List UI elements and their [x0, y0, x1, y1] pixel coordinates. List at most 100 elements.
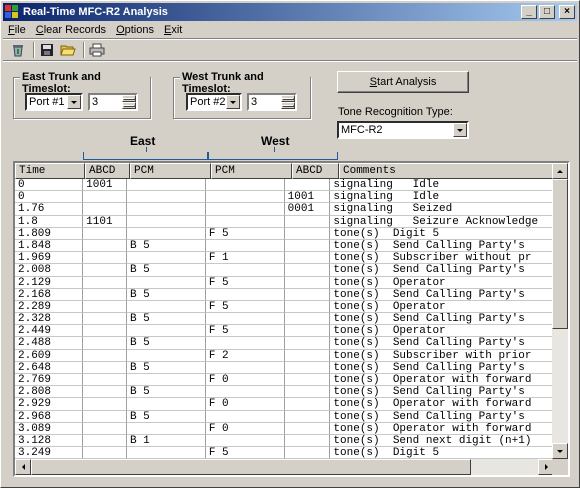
table-header: Time ABCD PCM PCM ABCD Comments	[15, 163, 568, 179]
minimize-button[interactable]: _	[521, 5, 537, 19]
column-header-east-abcd[interactable]: ABCD	[85, 163, 130, 179]
table-cell	[284, 239, 331, 253]
menu-options[interactable]: Options	[111, 24, 159, 36]
west-timeslot-spinner[interactable]: 3	[247, 93, 297, 111]
table-row[interactable]: 0 1001 signaling Idle	[15, 179, 554, 192]
table-row[interactable]: 1.76 0001 signaling Seized	[15, 203, 554, 216]
spin-down-icon[interactable]	[122, 102, 136, 109]
open-folder-icon[interactable]	[59, 41, 77, 59]
table-row[interactable]: 1.809 F 5 tone(s) Digit 5	[15, 227, 554, 240]
table-cell	[83, 313, 127, 326]
spin-down-icon[interactable]	[281, 102, 295, 109]
table-row[interactable]: 3.089 F 0 tone(s) Operator with forward	[15, 422, 554, 435]
east-timeslot-updown[interactable]	[122, 95, 136, 109]
table-row[interactable]: 2.929 F 0 tone(s) Operator with forward	[15, 398, 554, 411]
table-cell: 3.249	[15, 447, 84, 459]
column-header-comments[interactable]: Comments	[339, 163, 568, 179]
table-cell	[83, 239, 127, 253]
table-cell: 2.488	[15, 337, 84, 350]
tone-recognition-select[interactable]: MFC-R2	[337, 121, 469, 139]
table-row[interactable]: 2.769 F 0 tone(s) Operator with forward	[15, 374, 554, 387]
print-icon[interactable]	[88, 41, 106, 59]
scroll-down-icon[interactable]	[552, 443, 568, 459]
chevron-down-icon[interactable]	[453, 123, 467, 137]
table-cell	[284, 325, 331, 338]
start-analysis-button[interactable]: Start Analysis	[337, 71, 469, 93]
spin-up-icon[interactable]	[122, 95, 136, 102]
column-header-west-abcd[interactable]: ABCD	[292, 163, 339, 179]
east-timeslot-spinner[interactable]: 3	[88, 93, 138, 111]
vertical-scrollbar[interactable]	[552, 163, 568, 459]
table-cell: 2.769	[15, 374, 84, 387]
vertical-scroll-thumb[interactable]	[552, 179, 568, 329]
horizontal-scrollbar[interactable]	[15, 459, 554, 475]
recycle-icon[interactable]	[9, 41, 27, 59]
column-header-east-pcm[interactable]: PCM	[130, 163, 211, 179]
table-cell: signaling Seizure Acknowledge	[330, 216, 554, 228]
menu-exit[interactable]: Exit	[159, 24, 187, 36]
table-row[interactable]: 2.808 B 5 tone(s) Send Calling Party's	[15, 386, 554, 399]
west-port-select[interactable]: Port #2	[186, 93, 242, 111]
table-cell	[205, 386, 285, 399]
table-body: 0 1001 signaling Idle 0 1001 signaling Idle 1.…	[15, 179, 554, 459]
records-table[interactable]: Time ABCD PCM PCM ABCD Comments 0 1001 sig…	[13, 161, 570, 477]
table-row[interactable]: 2.328 B 5 tone(s) Send Calling Party's	[15, 313, 554, 326]
save-icon[interactable]	[38, 41, 56, 59]
table-cell: tone(s) Operator	[330, 301, 554, 314]
chevron-down-icon[interactable]	[67, 95, 81, 109]
table-row[interactable]: 2.968 B 5 tone(s) Send Calling Party's	[15, 410, 554, 423]
table-row[interactable]: 3.249 F 5 tone(s) Digit 5	[15, 447, 554, 459]
table-cell: tone(s) Send next digit (n+1)	[330, 435, 554, 448]
table-row[interactable]: 2.168 B 5 tone(s) Send Calling Party's	[15, 288, 554, 301]
table-row[interactable]: 2.008 B 5 tone(s) Send Calling Party's	[15, 264, 554, 277]
west-timeslot-updown[interactable]	[281, 95, 295, 109]
west-timeslot-value: 3	[251, 96, 258, 108]
table-cell	[284, 447, 331, 459]
scroll-left-icon[interactable]	[15, 459, 31, 475]
maximize-button[interactable]: □	[539, 5, 555, 19]
table-cell	[126, 325, 206, 338]
chevron-down-icon[interactable]	[226, 95, 240, 109]
table-row[interactable]: 2.289 F 5 tone(s) Operator	[15, 300, 554, 314]
spin-up-icon[interactable]	[281, 95, 295, 102]
table-cell: tone(s) Operator	[330, 277, 554, 289]
table-row[interactable]: 2.449 F 5 tone(s) Operator	[15, 325, 554, 338]
table-row[interactable]: 1.848 B 5 tone(s) Send Calling Party's	[15, 239, 554, 253]
window-title: Real-Time MFC-R2 Analysis	[23, 6, 168, 18]
table-cell	[126, 179, 206, 192]
table-cell	[205, 361, 285, 374]
table-row[interactable]: 2.648 B 5 tone(s) Send Calling Party's	[15, 361, 554, 374]
table-cell	[83, 288, 127, 301]
table-row[interactable]: 1.8 1101 signaling Seizure Acknowledge	[15, 215, 554, 228]
table-row[interactable]: 3.128 B 1 tone(s) Send next digit (n+1)	[15, 434, 554, 448]
table-cell	[126, 422, 206, 435]
table-cell	[205, 239, 285, 253]
menu-clear-records[interactable]: Clear Records	[31, 24, 111, 36]
horizontal-scroll-thumb[interactable]	[31, 459, 471, 475]
scroll-up-icon[interactable]	[552, 163, 568, 179]
menu-file[interactable]: File	[3, 24, 31, 36]
table-cell	[284, 410, 331, 423]
table-cell: F 5	[205, 276, 285, 289]
table-row[interactable]: 0 1001 signaling Idle	[15, 191, 554, 204]
table-cell: 2.168	[15, 288, 84, 301]
table-cell	[126, 252, 206, 265]
table-cell	[284, 434, 331, 448]
title-bar[interactable]: Real-Time MFC-R2 Analysis _ □ ×	[3, 3, 577, 21]
column-header-west-pcm[interactable]: PCM	[211, 163, 292, 179]
scroll-corner	[552, 459, 568, 475]
column-header-time[interactable]: Time	[15, 163, 85, 179]
table-row[interactable]: 2.609 F 2 tone(s) Subscriber with prior	[15, 349, 554, 362]
table-row[interactable]: 2.129 F 5 tone(s) Operator	[15, 276, 554, 289]
table-cell	[83, 276, 127, 289]
table-row[interactable]: 2.488 B 5 tone(s) Send Calling Party's	[15, 337, 554, 350]
table-cell: 0	[15, 191, 84, 204]
east-port-select[interactable]: Port #1	[25, 93, 83, 111]
table-cell	[205, 313, 285, 326]
tone-recognition-label: Tone Recognition Type:	[338, 106, 453, 118]
close-button[interactable]: ×	[559, 5, 575, 19]
table-cell: 1.8	[15, 215, 84, 228]
table-cell: F 5	[205, 325, 285, 338]
table-cell: tone(s) Send Calling Party's	[330, 411, 554, 423]
table-row[interactable]: 1.969 F 1 tone(s) Subscriber without pr	[15, 252, 554, 265]
